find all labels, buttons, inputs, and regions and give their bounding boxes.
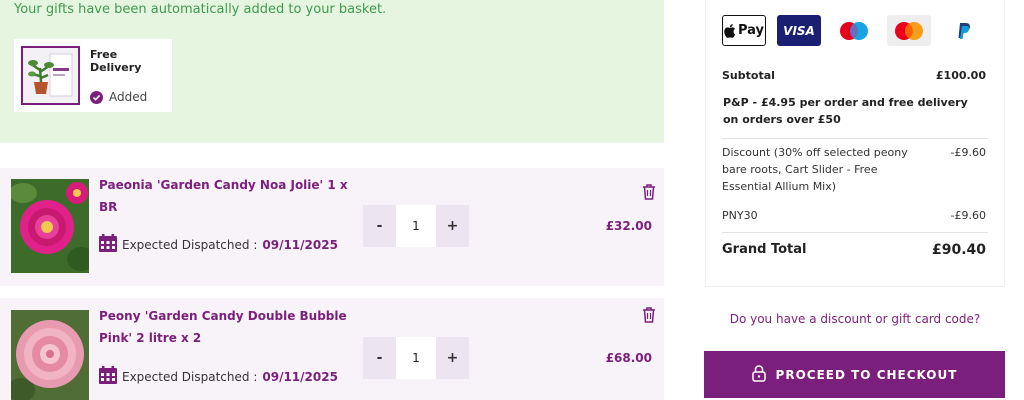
- discount-value: -£9.60: [950, 146, 986, 159]
- maestro-icon: [832, 15, 876, 46]
- increase-quantity-button[interactable]: +: [436, 337, 469, 379]
- divider: [722, 138, 988, 139]
- paypal-icon: [942, 15, 986, 46]
- product-image[interactable]: [11, 310, 89, 400]
- product-image[interactable]: [11, 179, 89, 273]
- dispatch-date: 09/11/2025: [262, 369, 338, 384]
- order-summary: Pay VISA Subtotal £100.00 P&P - £4.95 pe…: [705, 0, 1005, 287]
- cart-item: Paeonia 'Garden Candy Noa Jolie' 1 x BR …: [0, 168, 664, 286]
- subtotal-value: £100.00: [935, 69, 986, 82]
- grand-total-value: £90.40: [931, 242, 986, 258]
- product-title[interactable]: Paeonia 'Garden Candy Noa Jolie' 1 x BR: [99, 174, 349, 218]
- product-title[interactable]: Peony 'Garden Candy Double Bubble Pink' …: [99, 305, 349, 349]
- gift-item-name: Free Delivery: [90, 48, 142, 74]
- gift-notice-panel: Your gifts have been automatically added…: [0, 0, 664, 143]
- trash-icon[interactable]: [642, 307, 656, 323]
- calendar-icon: [99, 366, 117, 387]
- lock-icon: [751, 364, 766, 385]
- quantity-stepper: - 1 +: [363, 205, 469, 247]
- promo-code-label: PNY30: [722, 209, 758, 222]
- dispatch-info: Expected Dispatched : 09/11/2025: [99, 366, 338, 387]
- basket-page: Your gifts have been automatically added…: [0, 0, 1024, 400]
- discount-code-link[interactable]: Do you have a discount or gift card code…: [705, 312, 1005, 326]
- divider: [722, 232, 988, 233]
- visa-icon: VISA: [777, 15, 821, 46]
- gift-product-image: [21, 46, 80, 105]
- checkout-label: PROCEED TO CHECKOUT: [775, 367, 958, 382]
- apple-pay-label: Pay: [737, 23, 765, 38]
- discount-row: Discount (30% off selected peony bare ro…: [722, 144, 986, 195]
- apple-pay-icon: Pay: [722, 15, 766, 46]
- payment-methods: Pay VISA: [722, 15, 986, 46]
- proceed-to-checkout-button[interactable]: PROCEED TO CHECKOUT: [704, 351, 1005, 398]
- increase-quantity-button[interactable]: +: [436, 205, 469, 247]
- subtotal-label: Subtotal: [722, 69, 775, 82]
- discount-label: Discount (30% off selected peony bare ro…: [722, 146, 908, 193]
- cart-item: Peony 'Garden Candy Double Bubble Pink' …: [0, 298, 664, 400]
- postage-info: P&P - £4.95 per order and free delivery …: [723, 96, 968, 126]
- quantity-input[interactable]: 1: [396, 337, 436, 379]
- decrease-quantity-button[interactable]: -: [363, 337, 396, 379]
- grand-total-row: Grand Total £90.40: [722, 242, 986, 258]
- item-price: £32.00: [605, 219, 652, 233]
- gift-added-status: Added: [90, 90, 147, 104]
- gift-message: Your gifts have been automatically added…: [14, 2, 387, 17]
- check-icon: [90, 90, 103, 104]
- quantity-input[interactable]: 1: [396, 205, 436, 247]
- dispatch-info: Expected Dispatched : 09/11/2025: [99, 234, 338, 255]
- grand-total-label: Grand Total: [722, 242, 807, 257]
- mastercard-icon: [887, 15, 931, 46]
- trash-icon[interactable]: [642, 184, 656, 200]
- calendar-icon: [99, 234, 117, 255]
- dispatch-label: Expected Dispatched :: [122, 237, 258, 252]
- item-price: £68.00: [605, 351, 652, 365]
- promo-code-row: PNY30 -£9.60: [722, 209, 986, 222]
- promo-code-value: -£9.60: [950, 209, 986, 222]
- subtotal-row: Subtotal £100.00: [722, 69, 986, 82]
- gift-status-text: Added: [109, 90, 148, 104]
- dispatch-date: 09/11/2025: [262, 237, 338, 252]
- quantity-stepper: - 1 +: [363, 337, 469, 379]
- dispatch-label: Expected Dispatched :: [122, 369, 258, 384]
- decrease-quantity-button[interactable]: -: [363, 205, 396, 247]
- gift-card: Free Delivery Added: [14, 39, 172, 112]
